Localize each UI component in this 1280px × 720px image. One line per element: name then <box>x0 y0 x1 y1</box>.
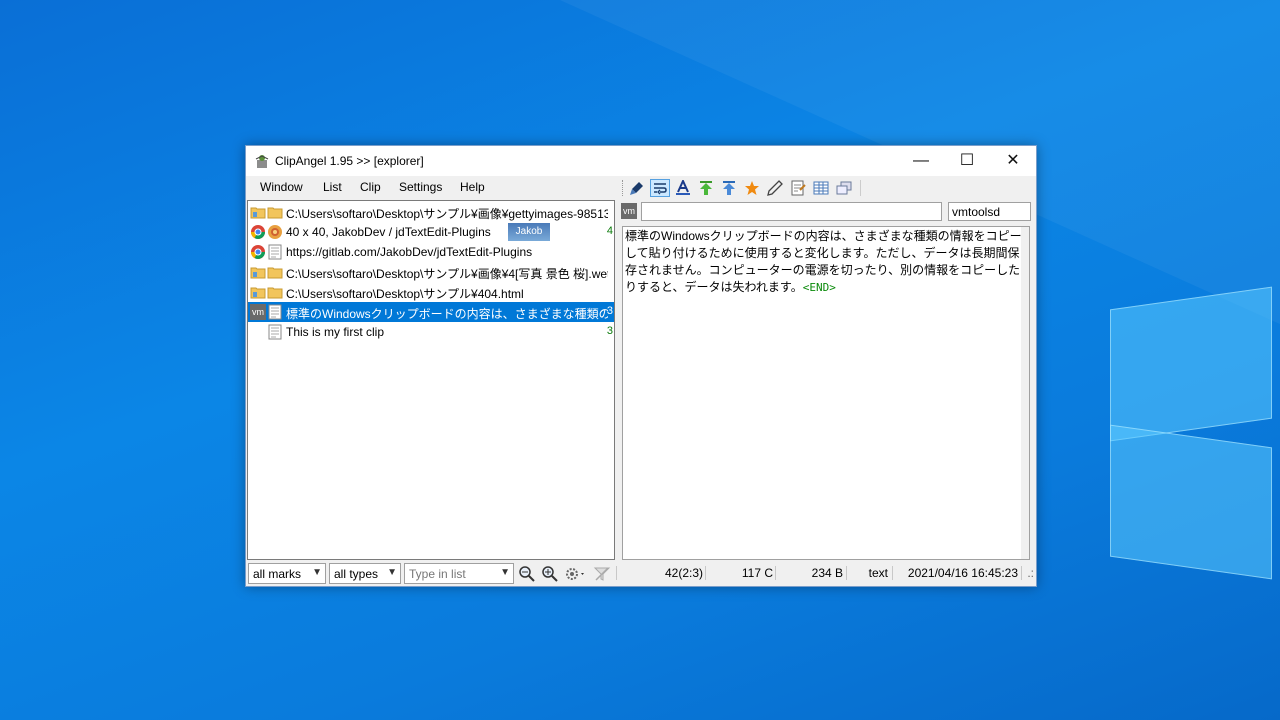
menu-bar: Window List Clip Settings Help <box>246 176 616 198</box>
menu-help[interactable]: Help <box>460 180 485 194</box>
list-item-text: 標準のWindowsクリップボードの内容は、さまざまな種類の情報 <box>286 307 608 321</box>
marks-filter-value: all marks <box>253 567 302 581</box>
folder-icon <box>250 207 266 219</box>
panel-splitter[interactable] <box>616 200 621 560</box>
menu-settings[interactable]: Settings <box>399 180 442 194</box>
list-item-text: 40 x 40, JakobDev / jdTextEdit-Plugins ·… <box>286 225 492 239</box>
status-position: 42(2:3) <box>664 566 703 580</box>
move-up-icon[interactable] <box>719 179 739 197</box>
title-bar[interactable]: ClipAngel 1.95 >> [explorer] — ☐ ✕ <box>246 146 1036 176</box>
find-previous-icon[interactable] <box>518 565 536 583</box>
thumbnail-preview: Jakob <box>508 223 550 241</box>
maximize-button[interactable]: ☐ <box>944 146 990 176</box>
source-app-field[interactable]: vmtoolsd <box>948 202 1031 221</box>
status-separator <box>1021 566 1022 580</box>
list-item-selected[interactable]: vm 標準のWindowsクリップボードの内容は、さまざまな種類の情報 3 <box>248 302 614 322</box>
windows-logo-decoration <box>1110 286 1280 590</box>
text-icon <box>268 304 282 320</box>
folder-icon <box>250 287 266 299</box>
vm-icon: vm <box>250 304 266 320</box>
favorite-star-icon[interactable] <box>742 179 762 197</box>
window-title: ClipAngel 1.95 >> [explorer] <box>275 154 424 168</box>
windows-icon[interactable] <box>834 179 854 197</box>
clear-filter-icon[interactable] <box>593 565 611 583</box>
table-icon[interactable] <box>811 179 831 197</box>
status-bar: all marks ▼ all types ▼ Type in list ▼ 4… <box>246 562 1036 586</box>
content-scrollbar[interactable] <box>1021 227 1029 559</box>
filter-settings-gear-icon[interactable] <box>564 565 588 583</box>
list-search-input[interactable]: Type in list ▼ <box>404 563 514 584</box>
chevron-down-icon: ▼ <box>312 567 322 578</box>
minimize-button[interactable]: — <box>898 146 944 176</box>
status-separator <box>616 566 617 580</box>
chevron-down-icon: ▼ <box>500 567 510 578</box>
chrome-icon <box>251 225 265 239</box>
find-next-icon[interactable] <box>541 565 559 583</box>
resize-grip[interactable]: .: <box>1023 566 1034 580</box>
list-item[interactable]: This is my first clip 3 <box>248 322 614 342</box>
clip-title-field[interactable] <box>641 202 942 221</box>
move-top-icon[interactable] <box>696 179 716 197</box>
toolbar-grip[interactable] <box>622 180 625 196</box>
status-separator <box>705 566 706 580</box>
status-clip-type: text <box>868 566 888 580</box>
image-icon <box>268 225 282 239</box>
list-item[interactable]: C:\Users\softaro\Desktop\サンプル¥画像¥gettyim… <box>248 202 614 222</box>
status-char-count: 117 C <box>741 566 773 580</box>
types-filter-select[interactable]: all types ▼ <box>329 563 401 584</box>
list-item[interactable]: https://gitlab.com/JakobDev/jdTextEdit-P… <box>248 242 614 262</box>
search-placeholder: Type in list <box>409 567 466 581</box>
clip-list[interactable]: C:\Users\softaro\Desktop\サンプル¥画像¥gettyim… <box>247 200 615 560</box>
status-datetime: 2021/04/16 16:45:23 <box>907 566 1018 580</box>
list-item[interactable]: C:\Users\softaro\Desktop\サンプル¥画像¥4[写真 景色… <box>248 262 614 282</box>
list-item-text: This is my first clip <box>286 325 385 339</box>
menu-clip[interactable]: Clip <box>360 180 381 194</box>
list-item-count: 3 <box>606 305 613 317</box>
types-filter-value: all types <box>334 567 379 581</box>
folder-icon <box>267 267 283 279</box>
clipangel-window[interactable]: ClipAngel 1.95 >> [explorer] — ☐ ✕ Windo… <box>245 145 1037 587</box>
list-item-text: C:\Users\softaro\Desktop\サンプル¥404.html <box>286 287 524 301</box>
status-byte-size: 234 B <box>811 566 843 580</box>
status-separator <box>846 566 847 580</box>
folder-icon <box>250 267 266 279</box>
menu-window[interactable]: Window <box>260 180 303 194</box>
word-wrap-icon[interactable] <box>650 179 670 197</box>
toolbar-separator <box>860 180 861 196</box>
folder-icon <box>267 287 283 299</box>
clip-content-viewer[interactable]: 標準のWindowsクリップボードの内容は、さまざまな種類の情報をコピーして貼り… <box>622 226 1030 560</box>
text-icon <box>268 244 282 260</box>
end-marker: <END> <box>802 281 836 294</box>
font-color-icon[interactable] <box>673 179 693 197</box>
clip-info-bar: vm vmtoolsd <box>618 201 1036 223</box>
list-item-text: https://gitlab.com/JakobDev/jdTextEdit-P… <box>286 245 533 259</box>
status-separator <box>892 566 893 580</box>
list-item-count: 4 <box>606 225 613 237</box>
list-item[interactable]: 40 x 40, JakobDev / jdTextEdit-Plugins ·… <box>248 222 614 242</box>
menu-list[interactable]: List <box>323 180 342 194</box>
edit-pencil-icon[interactable] <box>765 179 785 197</box>
close-button[interactable]: ✕ <box>990 146 1036 176</box>
status-separator <box>775 566 776 580</box>
list-item-text: C:\Users\softaro\Desktop\サンプル¥画像¥4[写真 景色… <box>286 267 608 281</box>
clipangel-app-icon <box>255 155 269 168</box>
folder-icon <box>267 207 283 219</box>
chrome-icon <box>251 245 265 259</box>
list-item[interactable]: C:\Users\softaro\Desktop\サンプル¥404.html <box>248 282 614 302</box>
chevron-down-icon: ▼ <box>387 567 397 578</box>
notes-icon[interactable] <box>788 179 808 197</box>
list-item-text: C:\Users\softaro\Desktop\サンプル¥画像¥gettyim… <box>286 207 608 221</box>
vm-icon: vm <box>621 203 637 219</box>
list-item-count: 3 <box>606 325 613 337</box>
toolbar <box>618 176 1036 200</box>
clean-icon[interactable] <box>627 179 647 197</box>
marks-filter-select[interactable]: all marks ▼ <box>248 563 326 584</box>
text-icon <box>268 324 282 340</box>
